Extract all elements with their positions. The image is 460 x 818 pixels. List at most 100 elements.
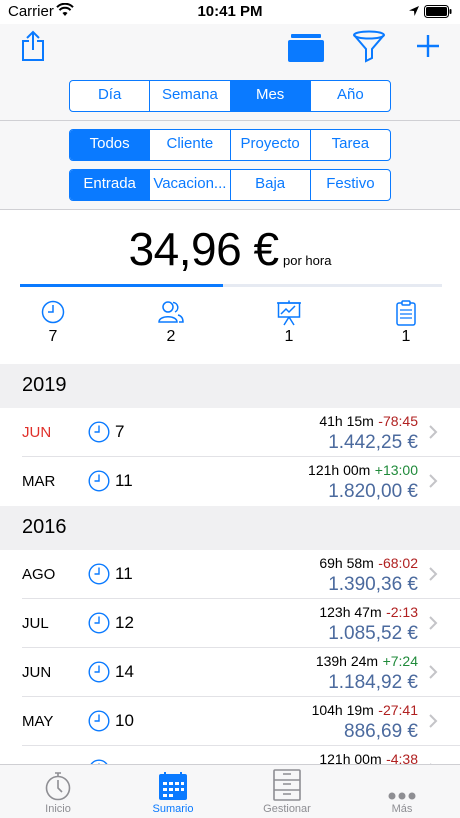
entry-count: 11 <box>115 564 133 583</box>
hours-difference: -27:41 <box>378 702 418 718</box>
year-header: 2019 <box>0 364 460 408</box>
filter-icon[interactable] <box>352 30 386 69</box>
rate-value: 34,96 € <box>128 223 279 275</box>
month-row[interactable]: MAY 10 104h 19m -27:41 886,69 € <box>0 697 460 745</box>
month-row[interactable]: AGO 11 69h 58m -68:02 1.390,36 € <box>0 550 460 598</box>
clock-icon <box>88 661 110 688</box>
amount-total: 1.820,00 € <box>328 481 418 502</box>
hours-difference: +13:00 <box>374 462 418 478</box>
month-totals: 123h 47m -2:13 1.085,52 € <box>319 604 418 645</box>
segment-mes[interactable]: Mes <box>229 81 310 111</box>
stat-value: 2 <box>166 328 176 345</box>
calendar-icon <box>123 769 223 801</box>
tab-label: Más <box>391 803 413 815</box>
entry-count: 10 <box>115 711 134 730</box>
compass-icon <box>8 769 108 801</box>
stat-value: 1 <box>284 328 294 345</box>
type-segmented-control: Entrada Vacacion... Baja Festivo <box>69 169 391 201</box>
month-label: MAR <box>22 473 56 490</box>
stat-value: 7 <box>48 328 58 345</box>
tab-sumario[interactable]: Sumario <box>123 769 223 815</box>
presentation-icon <box>259 300 319 326</box>
status-bar: Carrier 10:41 PM <box>0 0 460 24</box>
tab-bar: Inicio Sumario Gestionar Más <box>0 764 460 818</box>
share-icon[interactable] <box>20 30 46 67</box>
add-icon[interactable] <box>416 34 440 63</box>
amount-total: 1.085,52 € <box>328 623 418 644</box>
segment-ano[interactable]: Año <box>309 81 390 111</box>
chevron-right-icon <box>428 615 438 636</box>
segment-tarea[interactable]: Tarea <box>309 130 390 160</box>
hours-total: 123h 47m <box>319 604 382 620</box>
month-label: MAY <box>22 713 54 730</box>
hours-total: 121h 00m <box>308 462 371 478</box>
hours-difference: -78:45 <box>378 413 418 429</box>
month-label: JUN <box>22 664 52 681</box>
chevron-right-icon <box>428 424 438 445</box>
month-totals: 41h 15m -78:45 1.442,25 € <box>319 413 418 454</box>
rate-progress-bar <box>20 284 442 287</box>
entry-count: 7 <box>115 422 125 441</box>
segment-festivo[interactable]: Festivo <box>309 170 390 200</box>
tab-label: Gestionar <box>263 803 311 815</box>
more-icon <box>352 769 452 801</box>
tab-label: Inicio <box>45 803 71 815</box>
chevron-right-icon <box>428 473 438 494</box>
month-label: JUL <box>22 615 49 632</box>
month-row[interactable]: JUN 14 139h 24m +7:24 1.184,92 € <box>0 648 460 696</box>
scope-segmented-control: Todos Cliente Proyecto Tarea <box>69 129 391 161</box>
segment-dia[interactable]: Día <box>70 81 149 111</box>
filter-area: Todos Cliente Proyecto Tarea Entrada Vacacio… <box>0 121 460 209</box>
tab-label: Sumario <box>152 803 194 815</box>
hours-difference: +7:24 <box>382 653 418 669</box>
hours-total: 69h 58m <box>319 555 374 571</box>
segment-cliente[interactable]: Cliente <box>149 130 229 160</box>
segment-baja[interactable]: Baja <box>229 170 310 200</box>
month-label: AGO <box>22 566 56 583</box>
month-totals: 139h 24m +7:24 1.184,92 € <box>316 653 418 694</box>
stat-clients: 2 <box>141 300 201 346</box>
segment-proyecto[interactable]: Proyecto <box>229 130 310 160</box>
clock-icon <box>88 563 110 590</box>
segment-semana[interactable]: Semana <box>149 81 229 111</box>
segment-entrada[interactable]: Entrada <box>70 170 150 200</box>
amount-total: 1.184,92 € <box>328 672 418 693</box>
location-arrow-icon <box>408 4 420 22</box>
tab-mas[interactable]: Más <box>352 769 452 815</box>
month-row[interactable]: MAR 11 121h 00m +13:00 1.820,00 € <box>0 457 460 505</box>
stat-value: 1 <box>401 328 411 345</box>
hours-difference: -68:02 <box>378 555 418 571</box>
year-header: 2016 <box>0 506 460 550</box>
month-totals: 104h 19m -27:41 886,69 € <box>312 702 418 743</box>
divider <box>0 209 460 210</box>
clock-icon <box>88 612 110 639</box>
month-totals: 69h 58m -68:02 1.390,36 € <box>319 555 418 596</box>
chevron-right-icon <box>428 566 438 587</box>
month-row[interactable]: JUN 7 41h 15m -78:45 1.442,25 € <box>0 408 460 456</box>
year-label: 2019 <box>22 374 67 396</box>
clock-icon <box>88 710 110 737</box>
tab-inicio[interactable]: Inicio <box>8 769 108 815</box>
year-label: 2016 <box>22 516 67 538</box>
chevron-right-icon <box>428 664 438 685</box>
hourly-rate: 34,96 € por hora <box>0 222 460 276</box>
hours-total: 104h 19m <box>311 702 374 718</box>
stats-row: 7 2 1 1 <box>0 300 460 350</box>
amount-total: 1.442,25 € <box>328 432 418 453</box>
month-row[interactable]: JUL 12 123h 47m -2:13 1.085,52 € <box>0 599 460 647</box>
navigation-bar: Día Semana Mes Año <box>0 24 460 120</box>
amount-total: 886,69 € <box>344 721 418 742</box>
stat-entries: 7 <box>23 300 83 346</box>
period-segmented-control: Día Semana Mes Año <box>69 80 391 112</box>
hours-total: 139h 24m <box>315 653 379 669</box>
rate-unit: por hora <box>283 253 332 268</box>
entry-count: 14 <box>115 662 134 681</box>
folder-icon[interactable] <box>288 34 324 67</box>
segment-todos[interactable]: Todos <box>70 130 150 160</box>
clock-icon <box>88 470 110 497</box>
people-icon <box>141 300 201 326</box>
month-totals: 121h 00m +13:00 1.820,00 € <box>308 462 418 503</box>
segment-vacacion[interactable]: Vacacion... <box>149 170 229 200</box>
tab-gestionar[interactable]: Gestionar <box>237 769 337 815</box>
cabinet-icon <box>237 769 337 801</box>
